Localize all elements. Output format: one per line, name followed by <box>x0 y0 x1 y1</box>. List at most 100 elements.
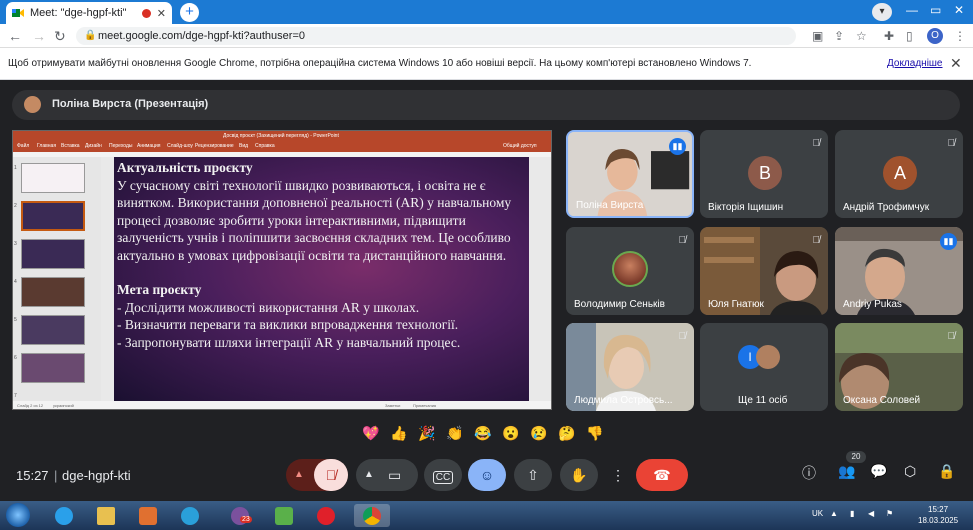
participant-name: Оксана Соловей <box>843 395 921 406</box>
reaction-thumbs-down-icon[interactable]: 👎 <box>584 423 606 443</box>
back-arrow-icon[interactable]: ← <box>8 28 22 44</box>
url-text: meet.google.com/dge-hgpf-kti?authuser=0 <box>98 30 305 42</box>
ribbon-tab: Вставка <box>61 143 80 149</box>
tray-arrow-icon[interactable]: ▲ <box>830 509 838 518</box>
window-close-icon[interactable]: ✕ <box>954 3 964 17</box>
tray-network-icon[interactable]: ▮ <box>850 509 854 518</box>
slide-bullet: - Запропонувати шляхи інтеграції AR у на… <box>117 334 461 350</box>
taskbar-ie-icon[interactable] <box>46 504 82 527</box>
reaction-heart-icon[interactable]: 💖 <box>360 423 382 443</box>
muted-mic-icon: 🎙̸ <box>678 235 687 246</box>
taskbar-telegram-icon[interactable] <box>172 504 208 527</box>
participant-name: Вікторія Іщишин <box>708 202 784 213</box>
participant-tile[interactable]: В 🎙̸ Вікторія Іщишин <box>700 130 828 218</box>
muted-mic-icon: 🎙̸ <box>947 331 956 342</box>
participant-tile[interactable]: 🎙̸ Людмила Островсь... <box>566 323 694 411</box>
host-controls-icon[interactable]: 🔒 <box>938 463 955 480</box>
forward-arrow-icon[interactable]: → <box>32 28 46 44</box>
meeting-info-icon[interactable]: ⓘ <box>802 463 816 483</box>
present-screen-button[interactable]: ⇧ <box>514 459 552 491</box>
slide-thumbnail-selected <box>21 201 85 231</box>
camera-button-icon[interactable]: ▭ <box>388 459 401 491</box>
participant-tile[interactable]: 🎙̸ Володимир Сеньків <box>566 227 694 315</box>
powerpoint-titlebar: Досвід проєкт (Захищений перегляд) - Pow… <box>13 131 551 140</box>
reaction-party-icon[interactable]: 🎉 <box>416 423 438 443</box>
participant-tile[interactable]: ▮▮ Поліна Вирста <box>566 130 694 218</box>
side-panel-icon[interactable]: ▯ <box>906 29 913 43</box>
taskbar-viber-icon[interactable]: 23 <box>222 504 258 527</box>
taskbar-app-icon[interactable] <box>266 504 302 527</box>
more-participants-tile[interactable]: I Ще 11 осіб <box>700 323 828 411</box>
camera-options-chevron-icon[interactable]: ▲ <box>364 459 374 491</box>
status-comments: Примечания <box>413 403 437 408</box>
chrome-menu-icon[interactable]: ⋮ <box>954 29 966 43</box>
participant-tile[interactable]: А 🎙̸ Андрій Трофимчук <box>835 130 963 218</box>
mic-control-group: ▲ 🎙̸ <box>286 459 348 491</box>
muted-mic-icon: 🎙̸ <box>947 138 956 149</box>
taskbar-media-icon[interactable] <box>130 504 166 527</box>
infobar-close-icon[interactable]: ✕ <box>950 55 962 72</box>
bookmark-star-icon[interactable]: ☆ <box>856 29 867 43</box>
people-icon[interactable]: 👥 <box>838 463 855 480</box>
activities-icon[interactable]: ⬡ <box>904 463 916 480</box>
reload-icon[interactable]: ↻ <box>54 28 66 45</box>
reaction-laugh-icon[interactable]: 😂 <box>472 423 494 443</box>
mic-off-button[interactable]: 🎙̸ <box>314 459 348 491</box>
participant-name: Юля Гнатюк <box>708 299 764 310</box>
maximize-icon[interactable]: ▭ <box>930 3 941 17</box>
reaction-thinking-icon[interactable]: 🤔 <box>556 423 578 443</box>
reaction-clap-icon[interactable]: 👏 <box>444 423 466 443</box>
tab-search-dropdown-icon[interactable]: ▾ <box>872 3 892 21</box>
emoji-reactions-button[interactable]: ☺ <box>468 459 506 491</box>
slide-heading-goal: Мета проєкту <box>117 282 202 297</box>
profile-avatar[interactable]: O <box>927 28 943 44</box>
tab-close-icon[interactable]: ✕ <box>157 7 166 20</box>
windows-taskbar: 23 UK ▲ ▮ ◀ ⚑ 15:27 18.03.2025 <box>0 501 973 530</box>
thumb-number: 5 <box>14 317 17 323</box>
reaction-sad-icon[interactable]: 😢 <box>528 423 550 443</box>
speaking-indicator-icon: ▮▮ <box>669 138 686 155</box>
presenter-bar: Поліна Вирста (Презентація) <box>12 90 960 120</box>
captions-icon: CC <box>432 471 454 484</box>
people-count-badge: 20 <box>846 451 866 463</box>
new-tab-button[interactable]: + <box>180 3 199 22</box>
ribbon-tab: Вид <box>239 143 249 149</box>
more-options-button[interactable]: ⋮ <box>604 459 632 491</box>
share-page-icon[interactable]: ⇪ <box>834 29 844 43</box>
extensions-icon[interactable]: ✚ <box>884 29 894 43</box>
browser-tab-meet[interactable]: Meet: "dge-hgpf-kti" ✕ <box>6 2 172 24</box>
thumb-number: 6 <box>14 355 17 361</box>
minimize-icon[interactable]: — <box>906 3 918 17</box>
participant-tile[interactable]: 🎙̸ Юля Гнатюк <box>700 227 828 315</box>
input-language[interactable]: UK <box>812 509 823 518</box>
taskbar-opera-icon[interactable] <box>308 504 344 527</box>
end-call-button[interactable]: ☎ <box>636 459 688 491</box>
meet-favicon-icon <box>12 9 24 17</box>
taskbar-clock[interactable]: 15:27 18.03.2025 <box>918 504 958 526</box>
ribbon-tab: Главная <box>37 143 57 149</box>
url-bar[interactable]: 🔒 meet.google.com/dge-hgpf-kti?authuser=… <box>76 27 796 45</box>
reaction-thumbs-up-icon[interactable]: 👍 <box>388 423 410 443</box>
infobar-learn-more-link[interactable]: Докладніше <box>887 58 943 69</box>
ribbon-tab: Переходы <box>109 143 133 149</box>
reaction-surprised-icon[interactable]: 😮 <box>500 423 522 443</box>
tray-volume-icon[interactable]: ◀ <box>868 509 874 518</box>
participant-tile[interactable]: ▮▮ Andriy Pukas <box>835 227 963 315</box>
tray-flag-icon[interactable]: ⚑ <box>886 509 893 518</box>
mic-options-chevron-icon[interactable]: ▲ <box>294 459 304 491</box>
thumb-number: 4 <box>14 279 17 285</box>
captions-button[interactable]: CC <box>424 459 462 491</box>
participant-avatar: В <box>748 156 782 190</box>
camera-indicator-icon[interactable]: ▣ <box>812 29 823 43</box>
ribbon-tab: Файл <box>17 143 30 149</box>
start-button-icon[interactable] <box>6 503 30 527</box>
slide-bullet: - Визначити переваги та виклики впровадж… <box>117 317 459 332</box>
slide-thumbnail <box>21 239 85 269</box>
clock-time: 15:27 <box>928 505 949 514</box>
taskbar-explorer-icon[interactable] <box>88 504 124 527</box>
participant-tile[interactable]: 🎙̸ Оксана Соловей <box>835 323 963 411</box>
chat-icon[interactable]: 💬 <box>870 463 887 480</box>
raise-hand-button[interactable]: ✋ <box>560 459 598 491</box>
taskbar-chrome-icon[interactable] <box>354 504 390 527</box>
participant-avatar <box>612 251 648 287</box>
